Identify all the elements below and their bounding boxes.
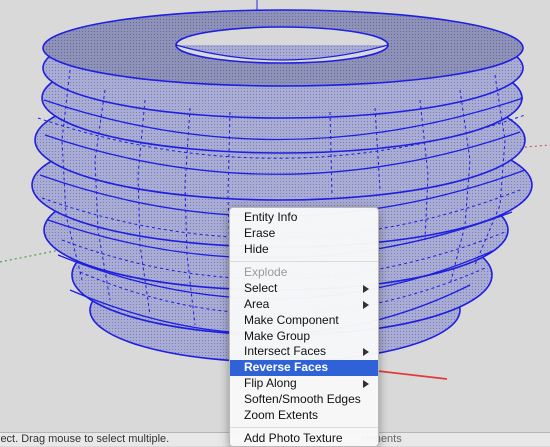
status-text: lect. Drag mouse to select multiple.: [0, 433, 170, 445]
menu-item-label: Explode: [244, 265, 288, 280]
menu-item-label: Select: [244, 281, 278, 296]
context-menu: Entity Info Erase Hide Explode Select Area Mak…: [229, 207, 379, 447]
submenu-arrow-icon: [363, 379, 369, 388]
menu-item-make-component[interactable]: Make Component: [230, 313, 378, 329]
menu-item-label: Erase: [244, 225, 276, 240]
menu-item-soften-smooth-edges[interactable]: Soften/Smooth Edges: [230, 392, 378, 408]
menu-item-label: Flip Along: [244, 375, 297, 390]
submenu-arrow-icon: [363, 348, 369, 357]
menu-item-label: Area: [244, 296, 270, 311]
menu-item-explode: Explode: [230, 265, 378, 281]
menu-item-zoom-extents[interactable]: Zoom Extents: [230, 408, 378, 424]
menu-item-entity-info[interactable]: Entity Info: [230, 210, 378, 226]
submenu-arrow-icon: [363, 285, 369, 294]
green-axis: [0, 249, 61, 263]
menu-separator: [230, 427, 378, 429]
menu-item-label: Hide: [244, 241, 269, 256]
menu-item-erase[interactable]: Erase: [230, 226, 378, 242]
menu-item-area[interactable]: Area: [230, 297, 378, 313]
menu-item-label: Zoom Extents: [244, 407, 319, 422]
menu-item-intersect-faces[interactable]: Intersect Faces: [230, 344, 378, 360]
menu-item-label: Reverse Faces: [244, 360, 329, 375]
menu-item-select[interactable]: Select: [230, 281, 378, 297]
menu-item-label: Entity Info: [244, 210, 298, 224]
menu-item-flip-along[interactable]: Flip Along: [230, 376, 378, 392]
menu-item-label: Make Component: [244, 312, 339, 327]
menu-item-label: Make Group: [244, 328, 311, 343]
menu-item-label: Soften/Smooth Edges: [244, 391, 361, 406]
menu-item-label: Add Photo Texture: [244, 431, 343, 446]
menu-item-hide[interactable]: Hide: [230, 242, 378, 258]
submenu-arrow-icon: [363, 300, 369, 309]
menu-item-reverse-faces[interactable]: Reverse Faces: [230, 360, 378, 376]
menu-separator: [230, 261, 378, 263]
menu-item-label: Intersect Faces: [244, 344, 327, 359]
menu-item-make-group[interactable]: Make Group: [230, 329, 378, 345]
